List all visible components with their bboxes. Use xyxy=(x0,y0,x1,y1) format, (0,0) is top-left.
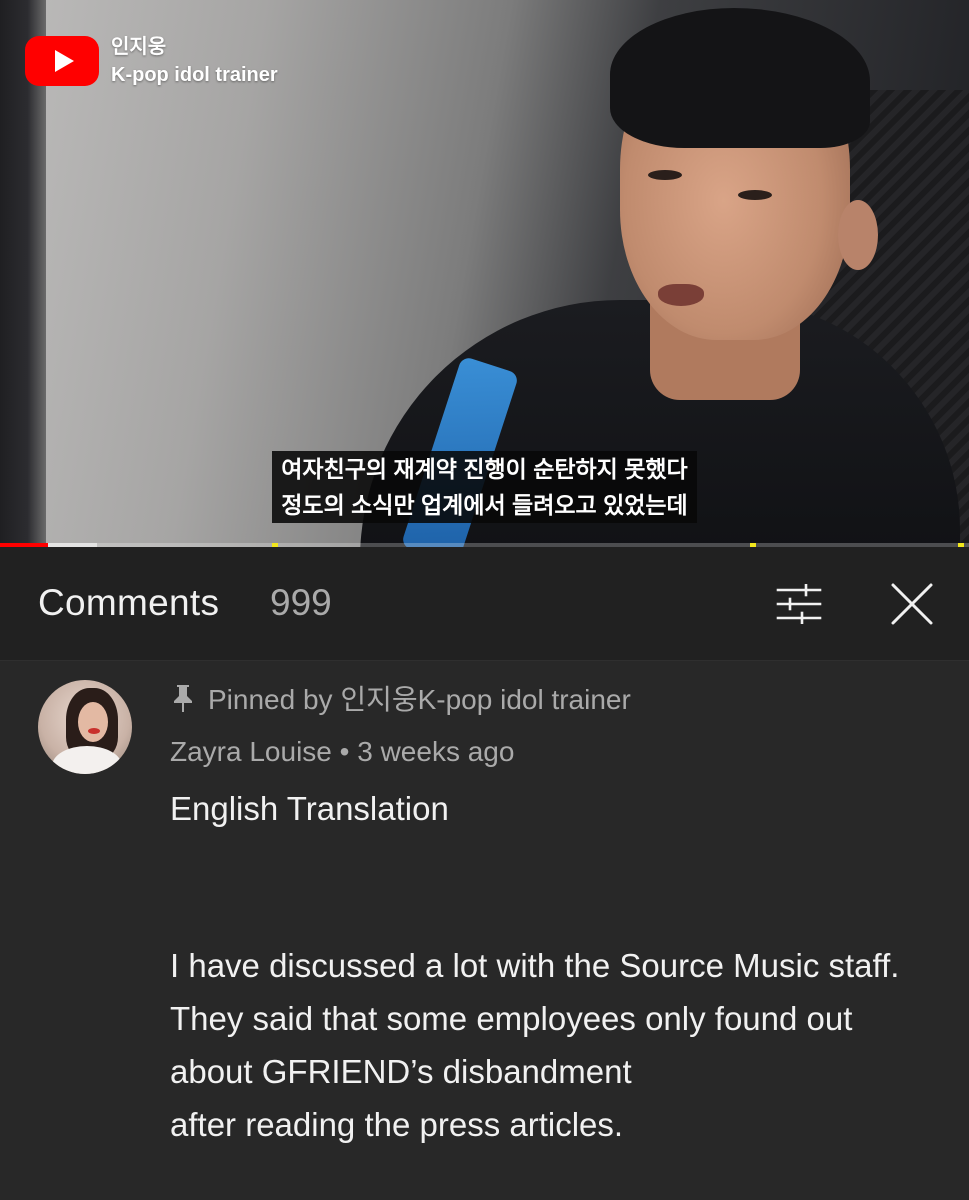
played-bar xyxy=(0,543,49,547)
comments-title: Comments xyxy=(38,582,220,623)
pinned-text: Pinned by 인지웅K-pop idol trainer xyxy=(208,684,631,715)
person-hair xyxy=(610,8,870,148)
pin-icon xyxy=(174,685,192,712)
person-mouth xyxy=(658,284,704,306)
youtube-logo-icon xyxy=(25,36,99,86)
channel-subtitle: K-pop idol trainer xyxy=(111,64,278,86)
person-eye-left xyxy=(648,170,682,180)
comments-count: 999 xyxy=(270,582,332,623)
comment-line: They said that some employees only found… xyxy=(170,1000,853,1090)
comment-body: English Translation I have discussed a l… xyxy=(170,782,940,1151)
comment-line: I have discussed a lot with the Source M… xyxy=(170,947,900,984)
avatar[interactable] xyxy=(38,680,132,774)
video-player[interactable]: 인지웅 K-pop idol trainer 여자친구의 재계약 진행이 순탄하… xyxy=(0,0,969,547)
ad-marker xyxy=(958,543,964,547)
channel-watermark: 인지웅 K-pop idol trainer xyxy=(111,34,278,90)
comment-heading: English Translation xyxy=(170,790,449,827)
pinned-label: Pinned by 인지웅K-pop idol trainer xyxy=(170,680,631,716)
sort-filter-icon[interactable] xyxy=(776,584,822,624)
subtitle-line: 정도의 소식만 업계에서 들려오고 있었는데 xyxy=(272,487,697,523)
comment-author-meta[interactable]: Zayra Louise • 3 weeks ago xyxy=(170,736,514,768)
subtitle-line: 여자친구의 재계약 진행이 순탄하지 못했다 xyxy=(272,451,697,487)
comment-line: after reading the press articles. xyxy=(170,1106,624,1143)
video-subtitles: 여자친구의 재계약 진행이 순탄하지 못했다 정도의 소식만 업계에서 들려오고… xyxy=(0,451,969,523)
ad-marker xyxy=(272,543,278,547)
person-eye-right xyxy=(738,190,772,200)
channel-name: 인지웅 xyxy=(111,36,167,58)
ad-marker xyxy=(750,543,756,547)
progress-bar[interactable] xyxy=(0,543,969,547)
person-ear xyxy=(838,200,878,270)
close-icon[interactable] xyxy=(890,582,934,626)
